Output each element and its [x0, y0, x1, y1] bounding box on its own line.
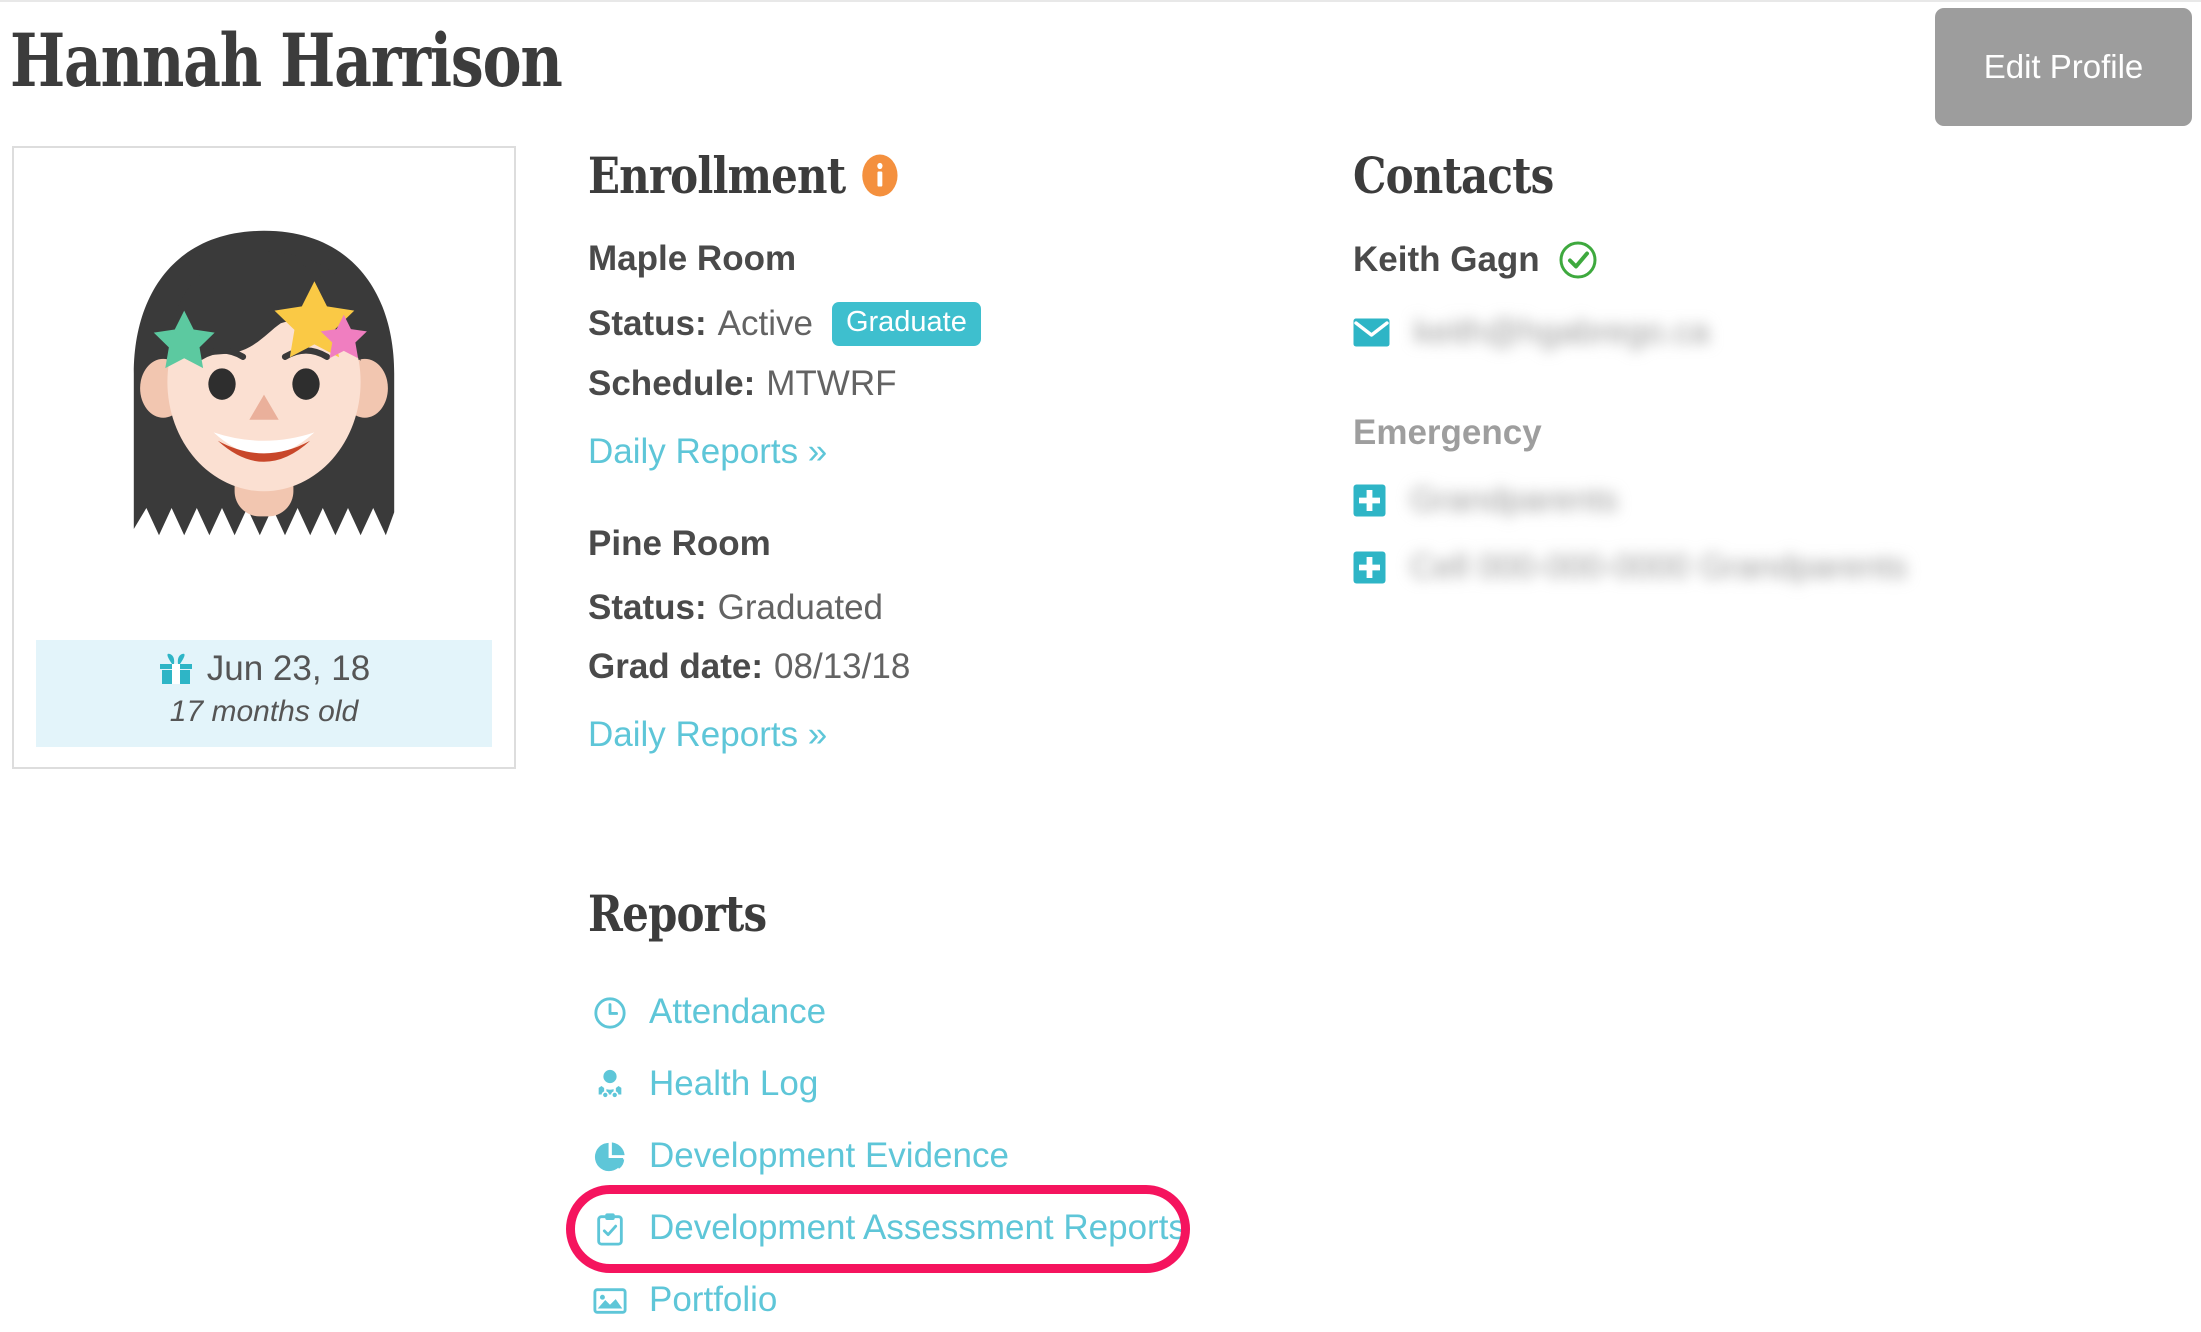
avatar [24, 158, 504, 648]
reports-heading-label: Reports [588, 884, 767, 943]
user-md-icon [592, 1067, 628, 1103]
status-label: Status: [588, 588, 707, 627]
schedule-value: MTWRF [766, 364, 897, 403]
edit-profile-button[interactable]: Edit Profile [1935, 8, 2192, 126]
grad-date-label: Grad date: [588, 647, 764, 686]
report-label: Portfolio [649, 1280, 778, 1319]
graduate-badge[interactable]: Graduate [831, 302, 981, 346]
emergency-heading: Emergency [1353, 413, 1542, 452]
image-icon [592, 1283, 628, 1319]
enrollment-section: Enrollment Maple Room Status: Active Gra… [588, 146, 1288, 755]
daily-reports-link-pine[interactable]: Daily Reports » [588, 715, 827, 755]
clipboard-check-icon [592, 1211, 628, 1247]
enrollment-room-pine: Pine Room Status: Graduated Grad date: 0… [588, 524, 1288, 755]
contact-email-redacted: keith@hgabrego.ca [1414, 313, 1710, 351]
birthday-line: Jun 23, 18 [36, 651, 492, 686]
reports-heading: Reports [588, 884, 1226, 943]
contact-name: Keith Gagn [1353, 240, 1540, 279]
enrollment-heading-label: Enrollment [588, 146, 846, 205]
emergency-contact-text-redacted: Cell 000-000-0000 Grandparents [1410, 548, 1908, 586]
report-link-development-assessment-reports[interactable]: Development Assessment Reports [566, 1185, 1348, 1273]
status-label: Status: [588, 304, 707, 343]
schedule-label: Schedule: [588, 364, 756, 403]
contacts-heading-label: Contacts [1353, 146, 1554, 205]
room-name: Pine Room [588, 524, 771, 563]
reports-list: Attendance Health Log Development Eviden… [566, 977, 1348, 1332]
enrollment-room-maple: Maple Room Status: Active Graduate Sched… [588, 239, 1288, 472]
room-name: Maple Room [588, 239, 797, 278]
plus-square-icon [1353, 484, 1386, 517]
top-divider [0, 0, 2201, 2]
gift-icon [158, 652, 194, 685]
contacts-section: Contacts Keith Gagn keith@hgabrego.ca Em… [1353, 146, 2113, 587]
enrollment-heading: Enrollment [588, 146, 1176, 205]
report-link-health-log[interactable]: Health Log [588, 1049, 1348, 1121]
contact-email-row[interactable]: keith@hgabrego.ca [1353, 313, 2113, 352]
emergency-contact-row[interactable]: Cell 000-000-0000 Grandparents [1353, 548, 2113, 587]
report-label: Development Evidence [649, 1136, 1009, 1175]
reports-section: Reports Attendance Health Log Developmen… [566, 884, 1348, 1332]
report-link-development-evidence[interactable]: Development Evidence [588, 1121, 1348, 1193]
report-label: Development Assessment Reports [649, 1208, 1186, 1247]
page-title: Hannah Harrison [10, 18, 563, 104]
avatar-card: Jun 23, 18 17 months old [12, 146, 516, 769]
child-avatar-illustration [133, 230, 395, 536]
report-label: Health Log [649, 1064, 819, 1103]
report-label: Attendance [649, 992, 827, 1031]
report-link-attendance[interactable]: Attendance [588, 977, 1348, 1049]
check-circle-icon [1558, 240, 1598, 280]
room-grad-date-row: Grad date: 08/13/18 [588, 646, 1288, 688]
emergency-contact-text-redacted: Grandparents [1410, 481, 1618, 519]
grad-date-value: 08/13/18 [774, 647, 911, 686]
report-link-portfolio[interactable]: Portfolio [588, 1265, 1348, 1332]
contact-primary-name-row: Keith Gagn [1353, 240, 2113, 280]
info-circle-icon[interactable] [862, 154, 898, 197]
room-status-row: Status: Graduated [588, 587, 1288, 629]
birthday-date: Jun 23, 18 [206, 649, 371, 688]
emergency-contact-row[interactable]: Grandparents [1353, 481, 2113, 520]
status-value: Active [717, 304, 813, 343]
room-schedule-row: Schedule: MTWRF [588, 363, 1288, 405]
child-age: 17 months old [169, 695, 359, 728]
room-status-row: Status: Active Graduate [588, 302, 1288, 346]
envelope-icon [1353, 318, 1390, 347]
daily-reports-link-maple[interactable]: Daily Reports » [588, 432, 827, 472]
pie-chart-icon [592, 1139, 628, 1175]
clock-icon [592, 995, 628, 1031]
contacts-heading: Contacts [1353, 146, 1991, 205]
plus-square-icon [1353, 551, 1386, 584]
status-value: Graduated [717, 588, 884, 627]
birthday-bar: Jun 23, 18 17 months old [36, 640, 492, 747]
